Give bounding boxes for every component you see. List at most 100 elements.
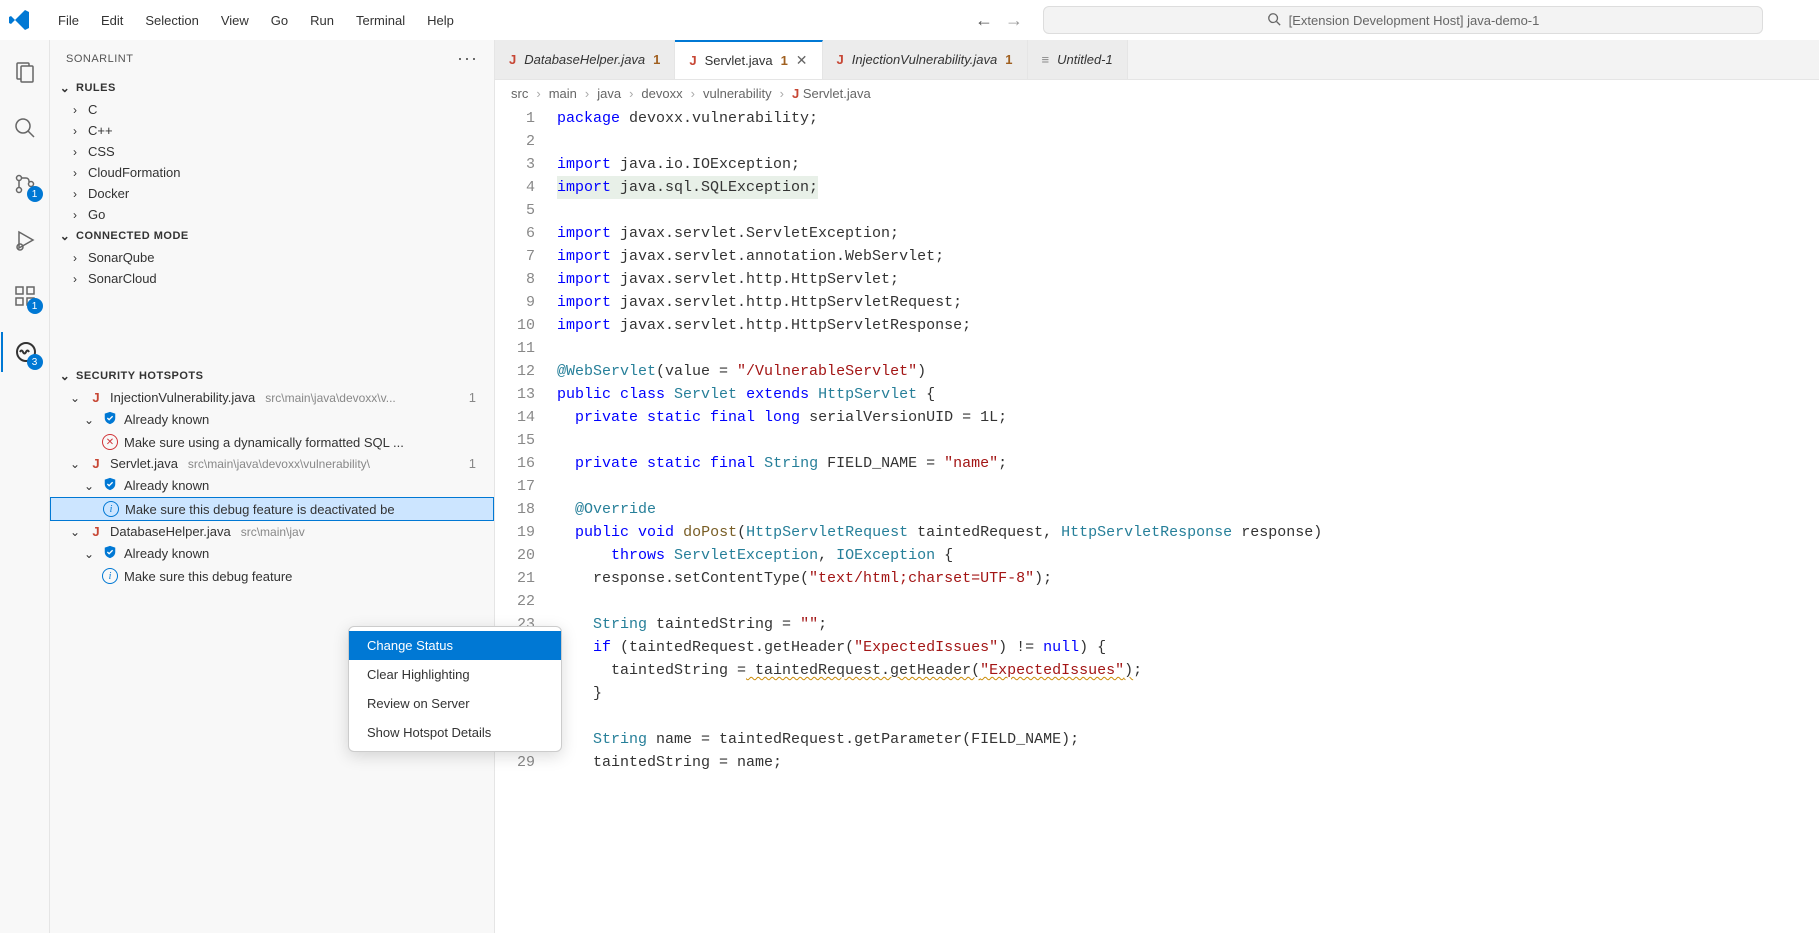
line-gutter: 1234567891011121314151617181920212223242…: [495, 107, 553, 933]
hotspots-section-header[interactable]: ⌄ SECURITY HOTSPOTS: [50, 365, 494, 387]
hotspot-issue[interactable]: ✕Make sure using a dynamically formatted…: [50, 431, 494, 453]
connected-item[interactable]: ›SonarCloud: [50, 268, 494, 289]
code-editor[interactable]: 1234567891011121314151617181920212223242…: [495, 107, 1819, 933]
menu-bar: FileEditSelectionViewGoRunTerminalHelp ←…: [0, 0, 1819, 40]
context-menu-item[interactable]: Clear Highlighting: [349, 660, 561, 689]
code-content[interactable]: package devoxx.vulnerability; import jav…: [553, 107, 1819, 933]
sidebar: SONARLINT ··· ⌄ RULES ›C›C++›CSS›CloudFo…: [50, 40, 495, 933]
chevron-right-icon: ›: [691, 86, 695, 101]
menu-edit[interactable]: Edit: [91, 9, 133, 32]
hotspot-issue[interactable]: iMake sure this debug feature: [50, 565, 494, 587]
editor-tab[interactable]: JInjectionVulnerability.java1: [823, 40, 1028, 79]
menu-terminal[interactable]: Terminal: [346, 9, 415, 32]
chevron-right-icon: ›: [68, 103, 82, 117]
context-menu-item[interactable]: Change Status: [349, 631, 561, 660]
java-icon: J: [837, 52, 844, 67]
sonarlint-badge: 3: [27, 354, 43, 370]
dirty-indicator: 1: [1005, 52, 1012, 67]
chevron-down-icon: ⌄: [58, 229, 72, 243]
breadcrumb-item[interactable]: main: [549, 86, 577, 101]
breadcrumb-item[interactable]: devoxx: [641, 86, 682, 101]
connected-section-header[interactable]: ⌄ CONNECTED MODE: [50, 225, 494, 247]
context-menu-item[interactable]: Show Hotspot Details: [349, 718, 561, 747]
chevron-right-icon: ›: [68, 251, 82, 265]
connected-list: ›SonarQube›SonarCloud: [50, 247, 494, 289]
hotspot-status[interactable]: ⌄Already known: [50, 474, 494, 497]
file-icon: ≡: [1042, 52, 1050, 67]
more-actions-icon[interactable]: ···: [457, 48, 478, 69]
editor-tab[interactable]: JDatabaseHelper.java1: [495, 40, 675, 79]
scm-badge: 1: [27, 186, 43, 202]
dirty-indicator: 1: [653, 52, 660, 67]
run-debug-icon[interactable]: [1, 220, 49, 260]
menu-run[interactable]: Run: [300, 9, 344, 32]
chevron-down-icon: ⌄: [82, 413, 96, 427]
rule-item[interactable]: ›Docker: [50, 183, 494, 204]
rule-item[interactable]: ›CSS: [50, 141, 494, 162]
rule-item[interactable]: ›C: [50, 99, 494, 120]
close-icon[interactable]: ✕: [796, 52, 808, 69]
chevron-right-icon: ›: [68, 208, 82, 222]
chevron-down-icon: ⌄: [82, 479, 96, 493]
search-icon[interactable]: [1, 108, 49, 148]
connected-item[interactable]: ›SonarQube: [50, 247, 494, 268]
menu-help[interactable]: Help: [417, 9, 464, 32]
java-icon: J: [88, 390, 104, 405]
editor-tab[interactable]: JServlet.java1✕: [675, 40, 822, 79]
editor-tab[interactable]: ≡Untitled-1: [1028, 40, 1128, 79]
hotspot-file[interactable]: ⌄JServlet.javasrc\main\java\devoxx\vulne…: [50, 453, 494, 474]
hotspot-status[interactable]: ⌄Already known: [50, 408, 494, 431]
breadcrumb-item[interactable]: java: [597, 86, 621, 101]
dirty-indicator: 1: [781, 53, 788, 68]
menu-selection[interactable]: Selection: [135, 9, 208, 32]
chevron-down-icon: ⌄: [58, 369, 72, 383]
chevron-right-icon: ›: [780, 86, 784, 101]
chevron-down-icon: ⌄: [58, 81, 72, 95]
explorer-icon[interactable]: [1, 52, 49, 92]
menu-go[interactable]: Go: [261, 9, 298, 32]
breadcrumb-item[interactable]: vulnerability: [703, 86, 772, 101]
chevron-down-icon: ⌄: [68, 391, 82, 405]
sonarlint-icon[interactable]: 3: [1, 332, 49, 372]
java-icon: J: [509, 52, 516, 67]
search-icon: [1267, 12, 1281, 29]
activity-bar: 1 1 3: [0, 40, 50, 933]
vscode-logo-icon: [8, 8, 32, 32]
rule-item[interactable]: ›C++: [50, 120, 494, 141]
shield-icon: [102, 477, 118, 494]
rule-item[interactable]: ›CloudFormation: [50, 162, 494, 183]
chevron-down-icon: ⌄: [68, 525, 82, 539]
menu-file[interactable]: File: [48, 9, 89, 32]
source-control-icon[interactable]: 1: [1, 164, 49, 204]
java-icon: J: [88, 524, 104, 539]
extensions-icon[interactable]: 1: [1, 276, 49, 316]
rule-item[interactable]: ›Go: [50, 204, 494, 225]
chevron-right-icon: ›: [68, 166, 82, 180]
command-center[interactable]: [Extension Development Host] java-demo-1: [1043, 6, 1763, 34]
context-menu-item[interactable]: Review on Server: [349, 689, 561, 718]
connected-title: CONNECTED MODE: [76, 230, 189, 242]
search-text: [Extension Development Host] java-demo-1: [1289, 13, 1540, 28]
sidebar-header: SONARLINT ···: [50, 40, 494, 77]
nav-back-icon[interactable]: ←: [975, 10, 993, 31]
menu-view[interactable]: View: [211, 9, 259, 32]
context-menu: Change StatusClear HighlightingReview on…: [348, 626, 562, 752]
breadcrumb-item[interactable]: J Servlet.java: [792, 86, 871, 101]
breadcrumb-item[interactable]: src: [511, 86, 528, 101]
breadcrumb[interactable]: src›main›java›devoxx›vulnerability›J Ser…: [495, 80, 1819, 107]
chevron-down-icon: ⌄: [82, 547, 96, 561]
menu-items: FileEditSelectionViewGoRunTerminalHelp: [48, 9, 464, 32]
chevron-right-icon: ›: [68, 145, 82, 159]
tab-bar: JDatabaseHelper.java1JServlet.java1✕JInj…: [495, 40, 1819, 80]
chevron-right-icon: ›: [68, 272, 82, 286]
hotspot-issue[interactable]: iMake sure this debug feature is deactiv…: [50, 497, 494, 521]
hotspot-file[interactable]: ⌄JInjectionVulnerability.javasrc\main\ja…: [50, 387, 494, 408]
shield-icon: [102, 411, 118, 428]
hotspot-status[interactable]: ⌄Already known: [50, 542, 494, 565]
hotspot-file[interactable]: ⌄JDatabaseHelper.javasrc\main\jav: [50, 521, 494, 542]
chevron-right-icon: ›: [68, 187, 82, 201]
nav-forward-icon[interactable]: →: [1005, 10, 1023, 31]
rules-section-header[interactable]: ⌄ RULES: [50, 77, 494, 99]
sidebar-title: SONARLINT: [66, 53, 133, 65]
nav-arrows: ← →: [959, 10, 1039, 31]
